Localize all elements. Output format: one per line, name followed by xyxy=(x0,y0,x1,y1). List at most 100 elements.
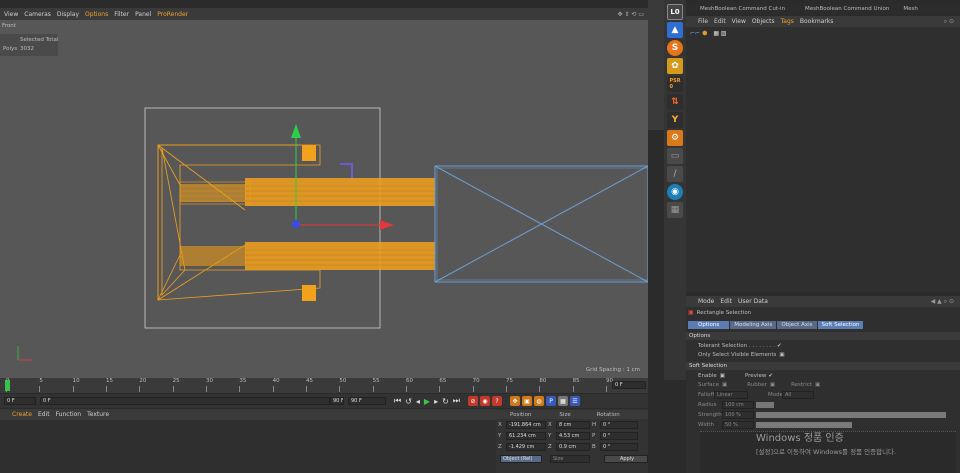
om-menu-view[interactable]: View xyxy=(732,18,746,25)
timeline-tick: 50 xyxy=(339,378,347,384)
object-list[interactable]: ⌐⌐ ⬢ ▦ ▧ xyxy=(686,27,960,292)
mat-menu-texture[interactable]: Texture xyxy=(87,411,109,418)
width-field[interactable]: 50 % xyxy=(722,421,754,429)
viewport[interactable]: Front Selected Total Polys 3032 Grid Spa… xyxy=(0,20,648,378)
restrict-checkbox[interactable]: ▣ xyxy=(815,382,820,388)
autokey-icon[interactable]: ◉ xyxy=(480,396,490,406)
falloff-select[interactable]: Linear xyxy=(714,391,748,399)
mat-menu-function[interactable]: Function xyxy=(56,411,82,418)
record-icon[interactable]: ⊘ xyxy=(468,396,478,406)
move-key-icon[interactable]: ✥ xyxy=(510,396,520,406)
cube-icon[interactable]: ▲ xyxy=(667,22,683,38)
om-menu-file[interactable]: File xyxy=(698,18,708,25)
om-search-icon[interactable]: ⌕ ⊙ xyxy=(944,18,954,26)
coord-rotation-field[interactable]: 0 ° xyxy=(600,421,638,429)
soft-section-header: Soft Selection xyxy=(686,362,960,370)
step-forward-icon[interactable]: ▸ xyxy=(434,397,438,406)
goto-end-icon[interactable]: ⏭ xyxy=(453,396,460,406)
timeline-ruler[interactable]: 051015202530354045505560657075808590 0 F xyxy=(0,378,648,393)
s-plugin-icon[interactable]: S xyxy=(667,40,683,56)
coord-position-field[interactable]: -1.429 cm xyxy=(506,443,546,451)
coord-rotation-field[interactable]: 0 ° xyxy=(600,443,638,451)
viewport-menu-filter[interactable]: Filter xyxy=(114,11,129,18)
mat-menu-create[interactable]: Create xyxy=(12,411,32,418)
om-menu-bookmarks[interactable]: Bookmarks xyxy=(800,18,834,25)
coord-size-field[interactable]: 4.53 cm xyxy=(556,432,590,440)
coord-mode-select[interactable]: Object (Rel) xyxy=(500,455,542,463)
attr-tab-options[interactable]: Options xyxy=(688,321,730,329)
attr-menu-mode[interactable]: Mode xyxy=(698,298,714,305)
apply-button[interactable]: Apply xyxy=(604,455,648,463)
tolerant-checkbox[interactable]: ✔ xyxy=(777,343,782,349)
rotate-key-icon[interactable]: ◍ xyxy=(534,396,544,406)
next-key-icon[interactable]: ↻ xyxy=(442,397,449,406)
surface-checkbox[interactable]: ▣ xyxy=(722,382,727,388)
psr-icon[interactable]: PSR 0 xyxy=(667,76,683,92)
knife-icon[interactable]: / xyxy=(667,166,683,182)
keyframe-icon[interactable]: ? xyxy=(492,396,502,406)
start-frame-field[interactable]: 0 F xyxy=(4,397,36,405)
arrow-icon[interactable]: ⇅ xyxy=(667,94,683,110)
coord-rotation-field[interactable]: 0 ° xyxy=(600,432,638,440)
coord-footer: Object (Rel) Size Apply xyxy=(500,455,648,463)
viewport-nav-icons[interactable]: ✥ ⇕ ⟲ ▭ xyxy=(618,11,644,18)
width-slider[interactable] xyxy=(756,422,852,428)
cog-icon[interactable]: ⚙ xyxy=(667,130,683,146)
grey-tool-icon[interactable]: ▭ xyxy=(667,148,683,164)
strength-slider[interactable] xyxy=(756,412,946,418)
viewport-menu-prorender[interactable]: ProRender xyxy=(157,11,188,18)
coord-size-select[interactable]: Size xyxy=(550,455,590,463)
attr-menu-userdata[interactable]: User Data xyxy=(738,298,768,305)
preview-checkbox[interactable]: ✔ xyxy=(768,373,773,379)
om-tab-union[interactable]: MeshBoolean Command Union xyxy=(805,6,889,12)
viewport-menu-options[interactable]: Options xyxy=(85,11,108,18)
goto-start-icon[interactable]: ⏮ xyxy=(394,396,401,406)
attr-tab-modeling-axis[interactable]: Modeling Axis xyxy=(730,321,777,329)
om-menu-edit[interactable]: Edit xyxy=(714,18,726,25)
current-frame-field[interactable]: 0 F xyxy=(612,381,646,389)
grid-tool-icon[interactable]: ▦ xyxy=(667,202,683,218)
param-key-icon[interactable]: P xyxy=(546,396,556,406)
range-end-field[interactable]: 90 F xyxy=(330,397,344,405)
coord-axis-label: X xyxy=(498,422,502,428)
coord-size-field[interactable]: 0.9 cm xyxy=(556,443,590,451)
mat-menu-edit[interactable]: Edit xyxy=(38,411,50,418)
gear-plugin-icon[interactable]: ✿ xyxy=(667,58,683,74)
radius-slider[interactable] xyxy=(756,402,774,408)
coord-position-field[interactable]: 61.234 cm xyxy=(506,432,546,440)
material-area[interactable] xyxy=(0,420,496,473)
strength-field[interactable]: 100 % xyxy=(722,411,754,419)
object-row[interactable]: ⌐⌐ ⬢ ▦ ▧ xyxy=(690,29,727,37)
viewport-menu-panel[interactable]: Panel xyxy=(135,11,151,18)
only-visible-checkbox[interactable]: ▣ xyxy=(779,352,784,358)
viewport-menu-cameras[interactable]: Cameras xyxy=(24,11,51,18)
om-menu-objects[interactable]: Objects xyxy=(752,18,775,25)
y-tool-icon[interactable]: Y xyxy=(667,112,683,128)
grid-key-icon[interactable]: ▦ xyxy=(558,396,568,406)
om-tab-mesh[interactable]: Mesh xyxy=(903,6,917,12)
coord-size-field[interactable]: 8 cm xyxy=(556,421,590,429)
viewport-menu-view[interactable]: View xyxy=(4,11,18,18)
range-start-field[interactable]: 0 F xyxy=(40,397,330,405)
end-frame-field[interactable]: 90 F xyxy=(348,397,386,405)
om-menu-tags[interactable]: Tags xyxy=(781,18,794,25)
layer-icon[interactable]: L0 xyxy=(667,4,683,20)
target-icon[interactable]: ◉ xyxy=(667,184,683,200)
timeline-menu-icon[interactable]: ☰ xyxy=(570,396,580,406)
coord-position-field[interactable]: -191.864 cm xyxy=(506,421,546,429)
attr-nav-icons[interactable]: ◀ ▲ ⌕ ⊙ xyxy=(931,298,954,306)
attr-tab-soft-selection[interactable]: Soft Selection xyxy=(817,321,864,329)
om-tab-cut-in[interactable]: MeshBoolean Command Cut-in xyxy=(700,6,785,12)
mode-select[interactable]: All xyxy=(782,391,814,399)
scale-key-icon[interactable]: ▣ xyxy=(522,396,532,406)
attr-tab-object-axis[interactable]: Object Axis xyxy=(777,321,817,329)
enable-checkbox[interactable]: ▣ xyxy=(720,373,725,379)
play-icon[interactable]: ▶ xyxy=(424,397,430,406)
attr-menu-edit[interactable]: Edit xyxy=(720,298,732,305)
rubber-checkbox[interactable]: ▣ xyxy=(770,382,775,388)
radius-field[interactable]: 100 cm xyxy=(722,401,754,409)
step-back-icon[interactable]: ◂ xyxy=(416,397,420,406)
playhead[interactable] xyxy=(5,380,10,391)
viewport-menu-display[interactable]: Display xyxy=(57,11,79,18)
prev-key-icon[interactable]: ↺ xyxy=(405,397,412,406)
